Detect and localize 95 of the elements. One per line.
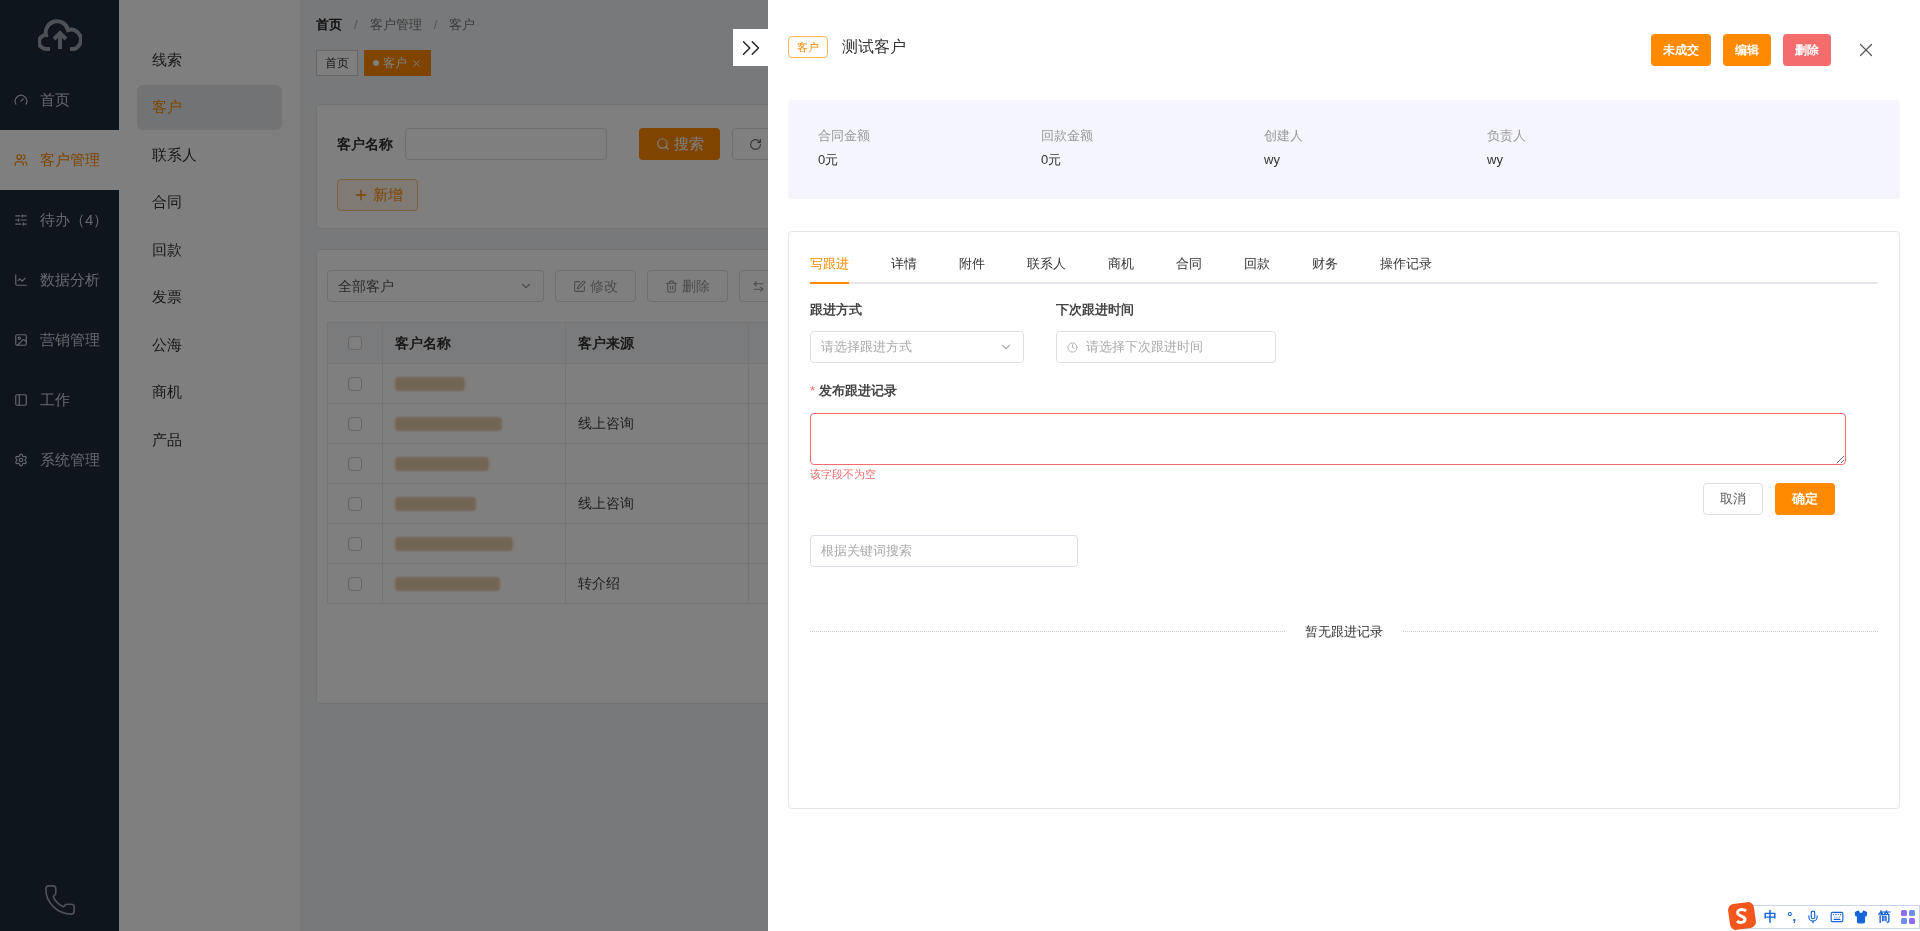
keyboard-icon[interactable]	[1830, 910, 1844, 924]
blurred-name	[395, 376, 465, 391]
stat-label: 创建人	[1264, 127, 1304, 145]
subnav-item[interactable]: 回款	[137, 227, 282, 273]
keyword-search-field[interactable]: 根据关键词搜索	[810, 535, 1078, 567]
cancel-button[interactable]: 取消	[1703, 483, 1763, 515]
subnav-item[interactable]: 商机	[137, 369, 282, 415]
tab[interactable]: 附件	[959, 254, 985, 284]
field-label: 发布跟进记录	[819, 382, 898, 400]
search-icon	[655, 137, 670, 151]
checkbox[interactable]	[348, 536, 362, 551]
cloud-logo-icon	[37, 18, 82, 52]
stat-label: 合同金额	[818, 127, 871, 145]
required-mark: *	[810, 382, 816, 400]
column-header: 客户名称	[383, 323, 566, 363]
table-cell-text: 线上咨询	[578, 414, 634, 433]
tab[interactable]: 商机	[1108, 254, 1134, 284]
breadcrumb-item[interactable]: 客户管理	[369, 15, 422, 35]
checkbox[interactable]	[348, 416, 362, 431]
subnav-item[interactable]: 发票	[137, 274, 282, 320]
filter-select[interactable]: 全部客户	[327, 270, 544, 302]
field-label: 客户名称	[337, 134, 393, 154]
field-label: 下次跟进时间	[1056, 300, 1135, 319]
sidebar-item[interactable]: 首页	[0, 70, 119, 130]
field-label: 跟进方式	[810, 300, 863, 319]
empty-message: 暂无跟进记录	[1305, 623, 1383, 641]
microphone-icon[interactable]	[1806, 910, 1820, 924]
sidebar-item[interactable]: 系统管理	[0, 430, 119, 490]
tab[interactable]: 联系人	[1027, 254, 1066, 284]
subnav-item[interactable]: 产品	[137, 417, 282, 463]
breadcrumb-separator: /	[354, 16, 358, 35]
subnav-item[interactable]: 线索	[137, 37, 282, 83]
sidebar-item[interactable]: 数据分析	[0, 250, 119, 310]
chart-icon	[14, 273, 28, 287]
checkbox[interactable]	[348, 576, 362, 591]
subnav-item[interactable]: 联系人	[137, 132, 282, 178]
confirm-button[interactable]: 确定	[1775, 483, 1835, 515]
edit-icon	[573, 279, 586, 293]
checkbox[interactable]	[348, 376, 362, 391]
stat-label: 负责人	[1487, 127, 1527, 145]
search-button[interactable]: 搜索	[639, 128, 720, 160]
action-button[interactable]: 未成交	[1651, 34, 1711, 66]
settings-icon	[14, 453, 28, 467]
breadcrumb-separator: /	[433, 16, 438, 35]
tab[interactable]: 合同	[1176, 254, 1202, 284]
subnav-item[interactable]: 公海	[137, 322, 282, 368]
transfer-icon	[752, 279, 765, 293]
sidebar-item[interactable]: 营销管理	[0, 310, 119, 370]
trash-icon	[665, 279, 678, 293]
action-button[interactable]: 删除	[1783, 34, 1831, 66]
ime-button[interactable]: °,	[1787, 907, 1796, 927]
table-cell-text: 转介绍	[578, 574, 620, 593]
sidebar-item[interactable]: 客户管理	[0, 130, 119, 190]
grid-icon[interactable]	[1901, 910, 1915, 924]
tab[interactable]: 财务	[1312, 254, 1338, 284]
page-tab[interactable]: 首页	[316, 50, 358, 76]
sidebar-item[interactable]: 工作	[0, 370, 119, 430]
sidebar-item[interactable]: 待办（4）	[0, 190, 119, 250]
checkbox[interactable]	[348, 336, 362, 350]
tab[interactable]: 回款	[1244, 254, 1270, 284]
subnav-item[interactable]: 合同	[137, 179, 282, 225]
image-icon	[14, 333, 28, 347]
stat-value: 0元	[818, 150, 840, 169]
select-field[interactable]: 请选择跟进方式	[810, 331, 1024, 363]
shirt-icon[interactable]	[1854, 910, 1868, 924]
ime-button[interactable]: 中	[1764, 907, 1778, 927]
checkbox[interactable]	[348, 496, 362, 511]
checkbox[interactable]	[348, 456, 362, 471]
record-textarea[interactable]	[810, 412, 1846, 465]
tab[interactable]: 操作记录	[1380, 254, 1432, 284]
stat-label: 回款金额	[1041, 127, 1094, 145]
drawer-title: 测试客户	[842, 37, 906, 57]
tab[interactable]: 写跟进	[810, 254, 849, 284]
ime-button[interactable]: 简	[1878, 907, 1891, 927]
breadcrumb-item[interactable]: 首页	[316, 15, 342, 35]
users-icon	[14, 153, 28, 167]
collapse-drawer-button[interactable]	[733, 29, 768, 66]
refresh-icon	[749, 137, 762, 151]
table-cell-text: 线上咨询	[578, 494, 634, 513]
date-field[interactable]: 请选择下次跟进时间	[1056, 331, 1276, 363]
breadcrumb-item: 客户	[449, 16, 476, 35]
panel-icon	[14, 393, 28, 407]
page-tab[interactable]: 客户	[364, 50, 431, 76]
phone-icon[interactable]	[42, 883, 77, 917]
clock-icon	[1067, 341, 1078, 353]
tag: 客户	[788, 36, 828, 58]
stat-value: wy	[1487, 150, 1504, 169]
sliders-icon	[14, 213, 28, 227]
gauge-icon	[14, 93, 28, 107]
column-header: 客户来源	[566, 323, 749, 363]
stat-value: 0元	[1041, 150, 1063, 169]
error-message: 该字段不为空	[810, 466, 877, 482]
stat-value: wy	[1264, 150, 1281, 169]
tab[interactable]: 详情	[891, 254, 917, 284]
action-button[interactable]: 编辑	[1723, 34, 1771, 66]
